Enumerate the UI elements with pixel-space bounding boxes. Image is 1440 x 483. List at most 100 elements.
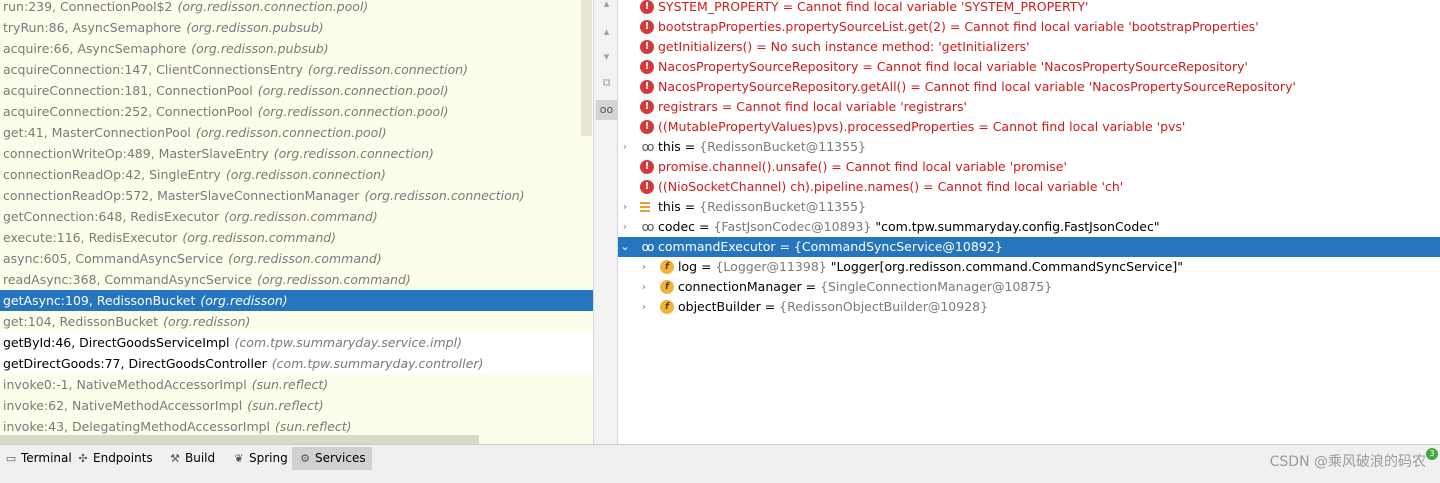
variable-row[interactable]: ⌄ oo commandExecutor = {CommandSyncService… (618, 237, 1440, 257)
stack-frame-row[interactable]: getById:46, DirectGoodsServiceImpl (com.t… (0, 332, 593, 353)
vertical-scrollbar[interactable] (581, 0, 592, 136)
stack-frame-row[interactable]: invoke0:-1, NativeMethodAccessorImpl (sun… (0, 374, 593, 395)
variable-row[interactable]: › this = {RedissonBucket@11355} (618, 197, 1440, 217)
stack-frame-row[interactable]: acquire:66, AsyncSemaphore (org.redisson.… (0, 38, 593, 59)
watch-error-row[interactable]: ! ((MutablePropertyValues)pvs).processedP… (618, 117, 1440, 137)
variable-text: commandExecutor = {CommandSyncService@10… (658, 237, 1003, 257)
variable-name: objectBuilder = (678, 299, 780, 314)
expand-arrow-icon[interactable]: › (638, 277, 650, 297)
error-icon: ! (640, 180, 654, 194)
stack-frame-row[interactable]: tryRun:86, AsyncSemaphore (org.redisson.p… (0, 17, 593, 38)
expand-arrow-icon[interactable]: › (619, 137, 631, 157)
frame-method: invoke0:-1, NativeMethodAccessorImpl (3, 377, 247, 392)
stack-frame-row[interactable]: acquireConnection:147, ClientConnections… (0, 59, 593, 80)
variable-row[interactable]: › f objectBuilder = {RedissonObjectBuilder… (618, 297, 1440, 317)
error-icon: ! (640, 160, 654, 174)
move-down-icon[interactable]: ▾ (596, 47, 617, 67)
watches-toggle-icon[interactable]: oo (596, 100, 617, 120)
error-icon: ! (640, 60, 654, 74)
field-icon: f (660, 260, 674, 274)
expand-arrow-icon[interactable]: › (638, 257, 650, 277)
variable-row[interactable]: › f connectionManager = {SingleConnectionM… (618, 277, 1440, 297)
watch-icon: oo (641, 140, 655, 154)
tool-window-tab-build[interactable]: ⚒ Build (168, 447, 215, 470)
watch-icon: oo (641, 240, 655, 254)
variable-ref: {CommandSyncService@10892} (793, 239, 1003, 254)
stack-frame-row[interactable]: acquireConnection:181, ConnectionPool (or… (0, 80, 593, 101)
frame-package: (sun.reflect) (247, 398, 324, 413)
horizontal-scrollbar[interactable] (0, 435, 479, 444)
tool-window-tab-services[interactable]: ⚙ Services (292, 447, 372, 470)
watch-error-row[interactable]: ! ((NioSocketChannel) ch).pipeline.names(… (618, 177, 1440, 197)
variable-ref: {RedissonBucket@11355} (699, 139, 866, 154)
watch-expression: bootstrapProperties.propertySourceList.g… (658, 19, 965, 34)
watch-error-row[interactable]: ! bootstrapProperties.propertySourceList.… (618, 17, 1440, 37)
tool-window-tab-endpoints[interactable]: ✣ Endpoints (76, 447, 152, 470)
frame-package: (sun.reflect) (251, 377, 329, 392)
variable-ref: {SingleConnectionManager@10875} (820, 279, 1053, 294)
watch-expression: NacosPropertySourceRepository.getAll() = (658, 79, 925, 94)
watch-expression: getInitializers() = (658, 39, 771, 54)
stack-frame-row[interactable]: getConnection:648, RedisExecutor (org.red… (0, 206, 593, 227)
error-icon: ! (640, 40, 654, 54)
expand-arrow-icon[interactable]: › (638, 297, 650, 317)
error-icon: ! (640, 20, 654, 34)
frame-method: acquireConnection:181, ConnectionPool (3, 83, 253, 98)
variable-text: this = {RedissonBucket@11355} (658, 197, 866, 217)
watch-error-row[interactable]: ! registrars = Cannot find local variable… (618, 97, 1440, 117)
frame-package: (org.redisson.command) (257, 272, 411, 287)
frame-package: (org.redisson.connection) (273, 146, 434, 161)
variable-value: "Logger[org.redisson.command.CommandSync… (826, 259, 1184, 274)
notification-badge[interactable]: 3 (1426, 448, 1438, 460)
stack-frame-row[interactable]: async:605, CommandAsyncService (org.redis… (0, 248, 593, 269)
watch-error-row[interactable]: ! NacosPropertySourceRepository = Cannot … (618, 57, 1440, 77)
collapse-arrow-icon[interactable]: ⌄ (619, 237, 631, 257)
variable-row[interactable]: › oo this = {RedissonBucket@11355} (618, 137, 1440, 157)
expand-arrow-icon[interactable]: › (619, 217, 631, 237)
stack-frame-row[interactable]: get:41, MasterConnectionPool (org.redisso… (0, 122, 593, 143)
frame-package: (org.redisson.connection) (225, 167, 386, 182)
watch-error-row[interactable]: ! getInitializers() = No such instance me… (618, 37, 1440, 57)
stack-frame-row[interactable]: getDirectGoods:77, DirectGoodsController… (0, 353, 593, 374)
frame-package: (org.redisson.connection.pool) (177, 0, 369, 14)
stack-frame-row[interactable]: run:239, ConnectionPool$2 (org.redisson.c… (0, 0, 593, 17)
error-icon: ! (640, 0, 654, 14)
expand-arrow-icon[interactable]: › (619, 197, 631, 217)
stack-frame-row[interactable]: connectionWriteOp:489, MasterSlaveEntry (… (0, 143, 593, 164)
up-arrow-icon[interactable]: ▴ (596, 0, 617, 14)
watch-error-row[interactable]: ! SYSTEM_PROPERTY = Cannot find local var… (618, 0, 1440, 17)
copy-icon[interactable]: ⧉ (596, 73, 617, 93)
frame-package: (org.redisson.pubsub) (186, 20, 324, 35)
watch-error-row[interactable]: ! promise.channel().unsafe() = Cannot fin… (618, 157, 1440, 177)
stack-frame-row[interactable]: invoke:62, NativeMethodAccessorImpl (sun.… (0, 395, 593, 416)
watch-expression: NacosPropertySourceRepository = (658, 59, 877, 74)
error-message: Cannot find local variable 'promise' (845, 159, 1067, 174)
error-message: Cannot find local variable 'bootstrapPro… (964, 19, 1259, 34)
tool-window-bar: CSDN @乘风破浪的码农 3 ▭ Terminal ✣ Endpoints ⚒ Buil… (0, 444, 1440, 483)
tool-window-tab-terminal[interactable]: ▭ Terminal (4, 447, 72, 470)
stack-frame-row[interactable]: invoke:43, DelegatingMethodAccessorImpl (… (0, 416, 593, 437)
list-icon (640, 202, 650, 212)
stack-frame-row[interactable]: execute:116, RedisExecutor (org.redisson.… (0, 227, 593, 248)
stack-frame-row[interactable]: acquireConnection:252, ConnectionPool (or… (0, 101, 593, 122)
frame-method: tryRun:86, AsyncSemaphore (3, 20, 182, 35)
frame-method: getAsync:109, RedissonBucket (3, 293, 196, 308)
variable-text: log = {Logger@11398} "Logger[org.redisso… (678, 257, 1183, 277)
variables-toolbar: ▴ ▴ ▾ ⧉ oo (593, 0, 618, 444)
stack-frame-row[interactable]: get:104, RedissonBucket (org.redisson) (0, 311, 593, 332)
move-up-icon[interactable]: ▴ (596, 22, 617, 42)
stack-frame-row[interactable]: connectionReadOp:572, MasterSlaveConnect… (0, 185, 593, 206)
tool-window-tab-spring[interactable]: ❦ Spring (232, 447, 287, 470)
variable-row[interactable]: › f log = {Logger@11398} "Logger[org.redis… (618, 257, 1440, 277)
watch-error-row[interactable]: ! NacosPropertySourceRepository.getAll() … (618, 77, 1440, 97)
variable-row[interactable]: › oo codec = {FastJsonCodec@10893} "com.tp… (618, 217, 1440, 237)
stack-frame-row[interactable]: connectionReadOp:42, SingleEntry (org.red… (0, 164, 593, 185)
error-icon: ! (640, 120, 654, 134)
variable-name: this = (658, 139, 700, 154)
variable-text: NacosPropertySourceRepository = Cannot f… (658, 57, 1248, 77)
frame-method: invoke:62, NativeMethodAccessorImpl (3, 398, 243, 413)
error-text: SYSTEM_PROPERTY = Cannot find local vari… (658, 0, 1089, 14)
error-message: Cannot find local variable 'ch' (937, 179, 1124, 194)
stack-frame-row[interactable]: getAsync:109, RedissonBucket (org.redisso… (0, 290, 593, 311)
stack-frame-row[interactable]: readAsync:368, CommandAsyncService (org.r… (0, 269, 593, 290)
